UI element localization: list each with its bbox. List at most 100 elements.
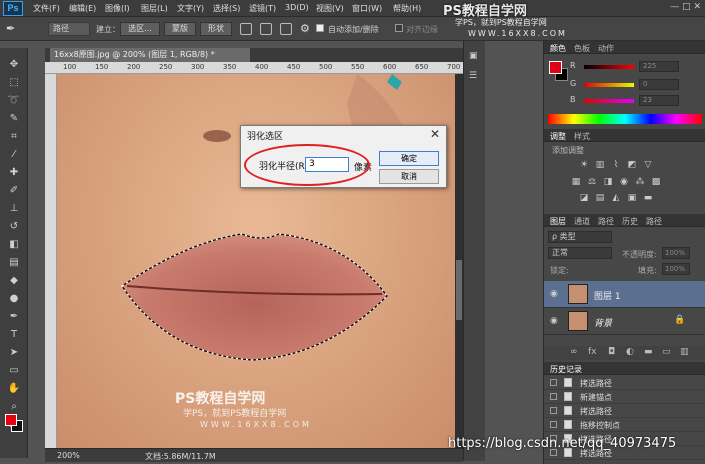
menu-3d[interactable]: 3D(D) [285, 3, 309, 12]
tab-actions[interactable]: 动作 [598, 43, 614, 54]
brush-tool-icon[interactable]: ✐ [6, 184, 22, 198]
invert-icon[interactable]: ◪ [578, 194, 590, 203]
history-checkbox[interactable] [550, 421, 557, 428]
menu-image[interactable]: 图像(I) [105, 3, 130, 14]
selection-button[interactable]: 选区... [120, 22, 160, 36]
b-slider[interactable] [584, 99, 634, 103]
trash-icon[interactable]: ▥ [680, 347, 689, 357]
curves-icon[interactable]: ⌇ [610, 161, 622, 170]
menu-help[interactable]: 帮助(H) [393, 3, 421, 14]
menu-select[interactable]: 选择(S) [213, 3, 240, 14]
gradient-tool-icon[interactable]: ▤ [6, 256, 22, 270]
adjustment-layer-icon[interactable]: ◐ [626, 347, 634, 357]
link-icon[interactable]: ∞ [570, 347, 578, 357]
ok-button[interactable]: 确定 [379, 151, 439, 166]
menu-view[interactable]: 视图(V) [316, 3, 344, 14]
history-item[interactable]: 拖移控制点 [544, 418, 705, 432]
auto-add-delete-checkbox[interactable] [316, 24, 324, 32]
levels-icon[interactable]: ▥ [594, 161, 606, 170]
fill-input[interactable]: 100% [662, 263, 690, 275]
scrollbar-thumb[interactable] [456, 260, 462, 320]
hand-tool-icon[interactable]: ✋ [6, 382, 22, 396]
document-tab[interactable]: 16xx8原图.jpg @ 200% (图层 1, RGB/8) * [50, 48, 250, 62]
close-icon[interactable]: ✕ [430, 127, 440, 141]
layer-row[interactable]: ◉ 背景 🔒 [544, 308, 705, 335]
quick-select-tool-icon[interactable]: ✎ [6, 112, 22, 126]
path-select-tool-icon[interactable]: ➤ [6, 346, 22, 360]
zoom-level[interactable]: 200% [57, 451, 80, 460]
vibrance-icon[interactable]: ▽ [642, 161, 654, 170]
eye-icon[interactable]: ◉ [550, 289, 558, 299]
menu-edit[interactable]: 编辑(E) [69, 3, 96, 14]
tab-channels[interactable]: 通道 [574, 216, 590, 227]
bw-icon[interactable]: ◨ [602, 178, 614, 187]
color-spectrum[interactable] [548, 114, 702, 124]
history-checkbox[interactable] [550, 379, 557, 386]
gear-icon[interactable]: ⚙ [300, 22, 310, 35]
path-align-icon[interactable] [260, 23, 272, 35]
threshold-icon[interactable]: ◭ [610, 194, 622, 203]
feather-radius-input[interactable]: 3 [305, 157, 349, 172]
history-item[interactable]: 拷选路径 [544, 404, 705, 418]
pen-tool-icon[interactable]: ✒ [6, 310, 22, 324]
fx-icon[interactable]: fx [588, 347, 597, 357]
history-checkbox[interactable] [550, 407, 557, 414]
blur-tool-icon[interactable]: ◆ [6, 274, 22, 288]
healing-tool-icon[interactable]: ✚ [6, 166, 22, 180]
posterize-icon[interactable]: ▤ [594, 194, 606, 203]
shape-tool-icon[interactable]: ▭ [6, 364, 22, 378]
photo-filter-icon[interactable]: ◉ [618, 178, 630, 187]
zoom-tool-icon[interactable]: ⌕ [6, 400, 22, 414]
layer-row[interactable]: ◉ 图层 1 [544, 281, 705, 308]
folder-icon[interactable]: ▬ [644, 347, 653, 357]
window-controls[interactable]: — □ ✕ [670, 2, 701, 12]
history-item[interactable]: 拷选路径 [544, 376, 705, 390]
move-tool-icon[interactable]: ✥ [6, 58, 22, 72]
tab-styles[interactable]: 样式 [574, 131, 590, 142]
history-panel-icon[interactable]: ▣ [469, 51, 478, 61]
menu-layer[interactable]: 图层(L) [141, 3, 168, 14]
history-item[interactable]: 新建锚点 [544, 390, 705, 404]
tab-paths-2[interactable]: 路径 [646, 216, 662, 227]
path-ops-icon[interactable] [240, 23, 252, 35]
lasso-tool-icon[interactable]: ➰ [6, 94, 22, 108]
stamp-tool-icon[interactable]: ⊥ [6, 202, 22, 216]
r-value[interactable]: 225 [639, 61, 679, 72]
tab-history-records[interactable]: 历史记录 [550, 364, 582, 375]
tab-adjustments[interactable]: 调整 [550, 131, 566, 142]
brightness-icon[interactable]: ☀ [578, 161, 590, 170]
new-layer-icon[interactable]: ▭ [662, 347, 671, 357]
mask-icon[interactable]: ◘ [608, 347, 615, 357]
type-tool-icon[interactable]: T [6, 328, 22, 342]
mask-button[interactable]: 蒙版 [164, 22, 196, 36]
history-checkbox[interactable] [550, 393, 557, 400]
eyedropper-tool-icon[interactable]: ⁄ [6, 148, 22, 162]
tab-history[interactable]: 历史 [622, 216, 638, 227]
eye-icon[interactable]: ◉ [550, 316, 558, 326]
tab-swatches[interactable]: 色板 [574, 43, 590, 54]
exposure-icon[interactable]: ◩ [626, 161, 638, 170]
eraser-tool-icon[interactable]: ◧ [6, 238, 22, 252]
selective-color-icon[interactable]: ▣ [626, 194, 638, 203]
color-balance-icon[interactable]: ⚖ [586, 178, 598, 187]
menu-window[interactable]: 窗口(W) [352, 3, 382, 14]
menu-file[interactable]: 文件(F) [33, 3, 60, 14]
history-brush-tool-icon[interactable]: ↺ [6, 220, 22, 234]
g-value[interactable]: 0 [639, 79, 679, 90]
cancel-button[interactable]: 取消 [379, 169, 439, 184]
gradient-map-icon[interactable]: ▬ [642, 194, 654, 203]
tab-color[interactable]: 颜色 [550, 43, 566, 54]
opacity-input[interactable]: 100% [662, 247, 690, 259]
color-lookup-icon[interactable]: ▩ [650, 178, 662, 187]
crop-tool-icon[interactable]: ⌗ [6, 130, 22, 144]
path-arrange-icon[interactable] [280, 23, 292, 35]
marquee-tool-icon[interactable]: ⬚ [6, 76, 22, 90]
g-slider[interactable] [584, 83, 634, 87]
mode-select[interactable]: 路径 [48, 22, 90, 36]
pen-tool-icon[interactable]: ✒ [6, 22, 15, 35]
properties-panel-icon[interactable]: ☰ [469, 71, 477, 81]
menu-filter[interactable]: 滤镜(T) [249, 3, 276, 14]
hue-sat-icon[interactable]: ▦ [570, 178, 582, 187]
align-edges-checkbox[interactable] [395, 24, 403, 32]
dodge-tool-icon[interactable]: ● [6, 292, 22, 306]
